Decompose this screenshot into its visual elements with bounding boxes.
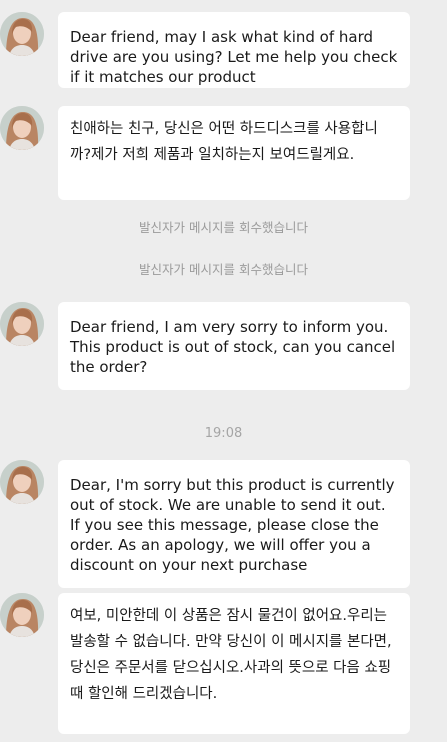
user-avatar-icon <box>0 12 44 56</box>
avatar[interactable] <box>0 12 44 56</box>
user-avatar-icon <box>0 106 44 150</box>
avatar[interactable] <box>0 460 44 504</box>
message-text: 여보, 미안한데 이 상품은 잠시 물건이 없어요.우리는 발송할 수 없습니다… <box>70 608 392 702</box>
message-bubble[interactable]: 친애하는 친구, 당신은 어떤 하드디스크를 사용합니까?제가 저희 제품과 일… <box>58 106 410 200</box>
avatar[interactable] <box>0 302 44 346</box>
recall-notice: 발신자가 메시지를 회수했습니다 <box>139 262 308 277</box>
user-avatar-icon <box>0 302 44 346</box>
recall-notice: 발신자가 메시지를 회수했습니다 <box>139 220 308 235</box>
message-bubble[interactable]: Dear, I'm sorry but this product is curr… <box>58 460 410 588</box>
message-bubble[interactable]: 여보, 미안한데 이 상품은 잠시 물건이 없어요.우리는 발송할 수 없습니다… <box>58 593 410 734</box>
message-text: 친애하는 친구, 당신은 어떤 하드디스크를 사용합니까?제가 저희 제품과 일… <box>70 121 378 163</box>
message-text: Dear friend, I am very sorry to inform y… <box>70 318 396 376</box>
message-text: Dear friend, may I ask what kind of hard… <box>70 28 398 86</box>
timestamp: 19:08 <box>204 426 243 441</box>
message-bubble[interactable]: Dear friend, I am very sorry to inform y… <box>58 302 410 390</box>
avatar[interactable] <box>0 106 44 150</box>
user-avatar-icon <box>0 460 44 504</box>
message-bubble[interactable]: Dear friend, may I ask what kind of hard… <box>58 12 410 88</box>
user-avatar-icon <box>0 593 44 637</box>
message-text: Dear, I'm sorry but this product is curr… <box>70 476 395 574</box>
avatar[interactable] <box>0 593 44 637</box>
